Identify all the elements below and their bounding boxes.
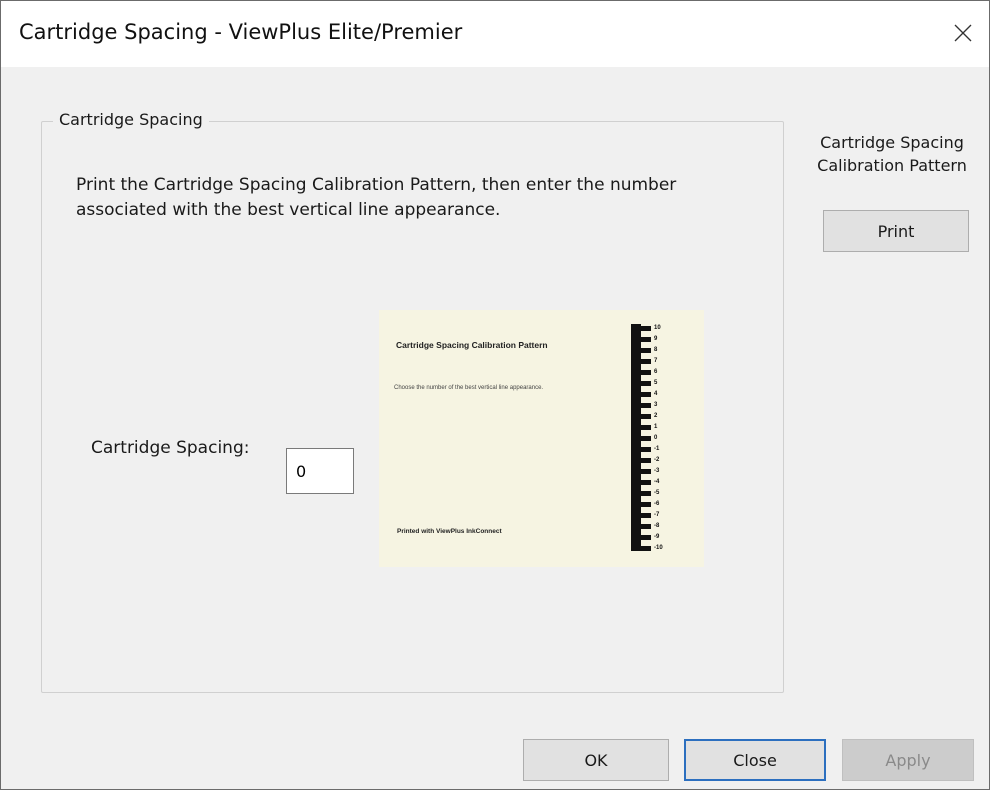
pattern-title: Cartridge Spacing Calibration Pattern xyxy=(396,340,548,350)
pattern-tick xyxy=(641,370,651,375)
pattern-tick-label: -9 xyxy=(654,534,660,540)
pattern-tick xyxy=(641,403,651,408)
pattern-tick xyxy=(641,425,651,430)
instructions-text: Print the Cartridge Spacing Calibration … xyxy=(76,175,677,220)
ok-button[interactable]: OK xyxy=(523,739,669,781)
pattern-tick-label: 9 xyxy=(654,336,658,342)
pattern-tick xyxy=(641,337,651,342)
pattern-tick-label: 7 xyxy=(654,358,658,364)
title-bar: Cartridge Spacing - ViewPlus Elite/Premi… xyxy=(1,1,989,67)
pattern-tick-label: 6 xyxy=(654,369,658,375)
pattern-tick-label: -10 xyxy=(654,545,663,551)
print-pattern-label: Cartridge Spacing Calibration Pattern xyxy=(817,133,967,175)
pattern-tick xyxy=(641,524,651,529)
pattern-tick xyxy=(641,458,651,463)
pattern-footer: Printed with ViewPlus InkConnect xyxy=(397,528,502,535)
pattern-description: Choose the number of the best vertical l… xyxy=(394,385,544,391)
pattern-tick xyxy=(641,469,651,474)
pattern-tick-label: -1 xyxy=(654,446,660,452)
pattern-tick xyxy=(641,491,651,496)
close-icon[interactable] xyxy=(945,15,981,51)
pattern-tick xyxy=(641,392,651,397)
pattern-tick-label: -2 xyxy=(654,457,660,463)
pattern-tick-label: 8 xyxy=(654,347,658,353)
close-button[interactable]: Close xyxy=(684,739,826,781)
print-button[interactable]: Print xyxy=(823,210,969,252)
pattern-tick-label: 1 xyxy=(654,424,658,430)
pattern-tick-label: 10 xyxy=(654,325,661,331)
cartridge-spacing-label: Cartridge Spacing: xyxy=(91,438,250,458)
pattern-tick-label: -6 xyxy=(654,501,660,507)
cartridge-spacing-input[interactable] xyxy=(286,448,354,494)
pattern-tick xyxy=(641,535,651,540)
pattern-tick-label: 0 xyxy=(654,435,658,441)
pattern-tick xyxy=(641,513,651,518)
pattern-tick-label: -4 xyxy=(654,479,660,485)
pattern-tick-label: -8 xyxy=(654,523,660,529)
pattern-tick xyxy=(641,381,651,386)
pattern-tick-label: 3 xyxy=(654,402,658,408)
pattern-vertical-bar xyxy=(631,324,641,551)
pattern-tick-label: -7 xyxy=(654,512,660,518)
pattern-tick xyxy=(641,348,651,353)
pattern-tick-label: -3 xyxy=(654,468,660,474)
pattern-tick xyxy=(641,436,651,441)
pattern-tick xyxy=(641,502,651,507)
group-legend: Cartridge Spacing xyxy=(53,110,209,129)
calibration-pattern-image: Cartridge Spacing Calibration Pattern Ch… xyxy=(379,310,704,567)
pattern-tick xyxy=(641,546,651,551)
pattern-tick-label: 5 xyxy=(654,380,658,386)
pattern-tick-label: -5 xyxy=(654,490,660,496)
pattern-tick xyxy=(641,414,651,419)
pattern-scale: 10 9 8 7 6 5 4 3 2 1 0 -1 -2 -3 -4 -5 -6 -7 -8 -9 -10 xyxy=(641,324,701,556)
pattern-tick xyxy=(641,447,651,452)
pattern-tick-label: 4 xyxy=(654,391,658,397)
window-title: Cartridge Spacing - ViewPlus Elite/Premi… xyxy=(19,20,463,44)
pattern-tick xyxy=(641,359,651,364)
pattern-tick xyxy=(641,326,651,331)
dialog-window: Cartridge Spacing - ViewPlus Elite/Premi… xyxy=(0,0,990,790)
pattern-tick xyxy=(641,480,651,485)
apply-button: Apply xyxy=(842,739,974,781)
pattern-tick-label: 2 xyxy=(654,413,658,419)
